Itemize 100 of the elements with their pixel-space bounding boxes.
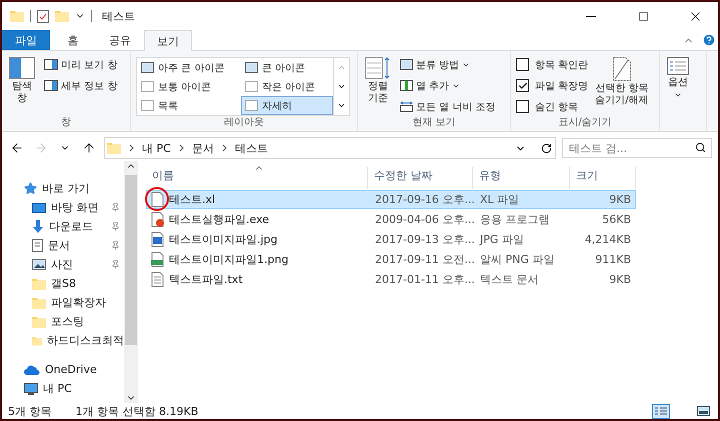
search-field[interactable]: 테스트 검...: [562, 138, 712, 158]
add-columns-button[interactable]: 열 추가: [398, 76, 498, 95]
column-header[interactable]: 크기: [570, 167, 636, 189]
nav-item[interactable]: 다운로드: [2, 217, 124, 236]
ribbon-tab[interactable]: 보기: [144, 30, 192, 51]
pin-icon: [111, 222, 120, 231]
checkbox-label: 항목 확인란: [535, 58, 588, 72]
file-icon: [151, 192, 164, 207]
type-cell-text: XL 파일: [479, 192, 520, 207]
nav-item[interactable]: 바탕 화면: [2, 198, 124, 217]
maximize-icon: [638, 10, 648, 22]
column-header[interactable]: 이름: [146, 167, 368, 189]
layout-option[interactable]: 큰 아이콘: [241, 58, 333, 77]
pane-icon: [44, 80, 58, 91]
breadcrumb[interactable]: 내 PC: [142, 140, 171, 156]
scrollbar[interactable]: [124, 161, 138, 403]
group-by-button[interactable]: 분류 방법: [398, 55, 498, 74]
list-icon: [655, 406, 667, 416]
file-name: 테스트실행파일.exe: [169, 212, 270, 227]
caret-icon: [337, 101, 346, 110]
layout-option[interactable]: 작은 아이콘: [241, 77, 333, 96]
file-row[interactable]: 테스트.xl 2017-09-16 오후... XL 파일 9KB: [146, 190, 636, 209]
checkbox-label: 숨긴 항목: [535, 100, 578, 114]
group-label: 현재 보기: [412, 116, 456, 130]
image-file-icon: [151, 252, 164, 267]
details-pane-button[interactable]: 세부 정보 창: [42, 76, 120, 95]
nav-item[interactable]: 내 PC: [2, 379, 124, 398]
sort-by-button[interactable]: 정렬 기준: [363, 55, 393, 107]
type-cell-text: 알씨 PNG 파일: [479, 252, 556, 267]
item-count: 5개 항목: [8, 404, 52, 418]
properties-icon[interactable]: [37, 10, 49, 22]
file-row[interactable]: 텍스트파일.txt 2017-01-11 오후... 텍스트 문서 9KB: [146, 270, 636, 289]
new-folder-icon: [55, 10, 69, 22]
folder-icon: [32, 316, 46, 328]
picture-icon: [696, 406, 710, 416]
nav-item[interactable]: 포스팅: [2, 312, 124, 331]
layout-option[interactable]: 보통 아이콘: [137, 77, 241, 96]
preview-pane-button[interactable]: 미리 보기 창: [42, 55, 120, 74]
layout-icon: [141, 62, 154, 73]
fit-columns-button[interactable]: 모든 열 너비 조정: [398, 97, 498, 116]
options-button[interactable]: 옵션: [665, 55, 691, 101]
type-cell-text: JPG 파일: [478, 232, 525, 247]
computer-icon: [24, 382, 38, 394]
annotation-circle: [145, 187, 169, 211]
folder-icon: [32, 296, 46, 308]
checkbox[interactable]: [516, 58, 529, 71]
file-menu-tab[interactable]: 파일: [2, 30, 50, 50]
refresh-icon: [540, 142, 552, 154]
download-icon: [32, 220, 44, 233]
layout-option[interactable]: 자세히: [241, 96, 333, 115]
search-icon: [695, 142, 706, 153]
checkbox[interactable]: [516, 100, 529, 113]
caret-icon: [674, 91, 682, 99]
selection-info: 1개 항목 선택함 8.19KB: [76, 404, 198, 418]
checkbox[interactable]: [516, 79, 529, 92]
pane-icon: [9, 57, 35, 79]
group-label: 레이아웃: [224, 116, 264, 130]
details-view-button[interactable]: [652, 404, 670, 418]
nav-item[interactable]: 갤S8: [2, 274, 124, 293]
breadcrumb[interactable]: 문서: [192, 140, 214, 156]
group-label: 표시/숨기기: [558, 116, 612, 130]
file-row[interactable]: 테스트이미지파일.jpg 2017-09-13 오후... JPG 파일 4,214KB: [146, 230, 636, 249]
cloud-icon: [24, 364, 40, 374]
pin-icon: [111, 203, 120, 212]
folder-icon: [32, 278, 46, 290]
column-header[interactable]: 수정한 날짜: [368, 167, 473, 189]
tiles-view-button[interactable]: [694, 404, 712, 418]
nav-item[interactable]: 하드디스크최적: [2, 331, 124, 350]
nav-item[interactable]: OneDrive: [2, 360, 124, 379]
hide-selected-button[interactable]: 선택한 항목 숨기기/해제: [593, 55, 651, 109]
folder-icon: [10, 10, 24, 22]
options-icon: [667, 57, 689, 75]
type-cell-text: 텍스트 문서: [479, 272, 540, 287]
layout-icon: [141, 81, 154, 92]
file-name: 텍스트파일.txt: [169, 272, 243, 287]
help-icon[interactable]: [702, 33, 716, 47]
nav-item[interactable]: 문서: [2, 236, 124, 255]
layout-icon: [245, 100, 258, 111]
folder-icon: [107, 142, 121, 154]
address-bar[interactable]: 내 PC 문서 테스트: [104, 137, 556, 159]
nav-item[interactable]: 파일확장자: [2, 293, 124, 312]
date-cell-text: 2017-09-13 오후...: [374, 232, 474, 247]
file-row[interactable]: 테스트실행파일.exe 2009-04-06 오후... 응용 프로그램 56KB: [146, 210, 636, 229]
checkbox-label: 파일 확장명: [535, 80, 588, 92]
up-arrow-icon: [82, 141, 96, 155]
desktop-icon: [32, 202, 46, 214]
navigation-pane-button[interactable]: 탐색 창: [7, 55, 37, 107]
group-icon: [400, 59, 413, 70]
group-label: 창: [61, 116, 71, 130]
type-cell-text: 응용 프로그램: [479, 212, 550, 227]
layout-option[interactable]: 아주 큰 아이콘: [137, 58, 241, 77]
chevron-icon: [178, 144, 184, 152]
column-header[interactable]: 유형: [473, 167, 570, 189]
nav-item[interactable]: 바로 가기: [2, 179, 124, 198]
hide-selected-icon: [612, 57, 631, 81]
layout-option[interactable]: 목록: [137, 96, 241, 115]
breadcrumb[interactable]: 테스트: [234, 140, 268, 156]
size-cell-text: 911KB: [594, 253, 632, 266]
file-row[interactable]: 테스트이미지파일1.png 2017-09-11 오전... 알씨 PNG 파일 911KB: [146, 250, 636, 269]
nav-item[interactable]: 사진: [2, 255, 124, 274]
